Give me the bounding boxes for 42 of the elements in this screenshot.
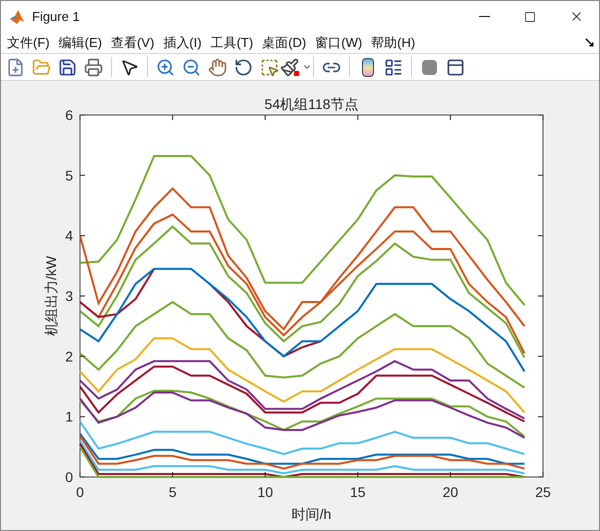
legend-icon[interactable] xyxy=(384,58,403,76)
tick-label: 1 xyxy=(65,408,73,425)
menu-item[interactable]: 插入(I) xyxy=(160,32,205,52)
menu-item[interactable]: 文件(F) xyxy=(4,32,53,52)
dock-arrow-icon[interactable] xyxy=(584,37,595,48)
zoom-out-icon[interactable] xyxy=(182,58,201,76)
menu-item[interactable]: 帮助(H) xyxy=(368,32,418,52)
menu-item[interactable]: 编辑(E) xyxy=(56,32,105,52)
colorbar-icon[interactable] xyxy=(362,58,374,76)
menu-item[interactable]: 工具(T) xyxy=(208,32,256,52)
tick-label: 3 xyxy=(65,288,73,304)
tick-label: 0 xyxy=(65,469,73,485)
tick-label: 5 xyxy=(168,484,176,500)
zoom-in-icon[interactable] xyxy=(156,58,175,76)
app-logo-icon xyxy=(9,8,25,24)
tick-label: 20 xyxy=(442,484,458,500)
menu-item[interactable]: 查看(V) xyxy=(108,32,158,52)
chart-title: 54机组118节点 xyxy=(264,96,358,112)
menu-item[interactable]: 窗口(W) xyxy=(312,32,366,52)
printer-icon[interactable] xyxy=(84,58,103,76)
tick-label: 25 xyxy=(535,484,551,500)
y-axis-label: 机组出力/kW xyxy=(43,256,59,336)
panel-icon[interactable] xyxy=(446,58,465,76)
tick-label: 10 xyxy=(257,484,273,500)
data-cursor-icon[interactable] xyxy=(260,58,279,76)
tick-label: 5 xyxy=(65,167,73,184)
rotate-icon[interactable] xyxy=(234,58,253,76)
new-file-icon[interactable] xyxy=(6,58,25,76)
x-axis-label: 时间/h xyxy=(292,506,332,522)
save-icon[interactable] xyxy=(58,58,77,76)
tick-label: 0 xyxy=(76,484,84,500)
tick-label: 2 xyxy=(65,348,73,364)
hand-icon[interactable] xyxy=(208,58,227,76)
pointer-icon[interactable] xyxy=(120,58,139,76)
tick-label: 6 xyxy=(65,107,73,123)
maximize-icon xyxy=(524,10,536,22)
brush-icon[interactable] xyxy=(280,58,312,76)
tick-label: 15 xyxy=(350,484,366,500)
window-title: Figure 1 xyxy=(32,8,80,26)
menu-item[interactable]: 桌面(D) xyxy=(259,32,310,52)
minimize-icon xyxy=(478,16,490,17)
tick-label: 4 xyxy=(65,228,73,244)
